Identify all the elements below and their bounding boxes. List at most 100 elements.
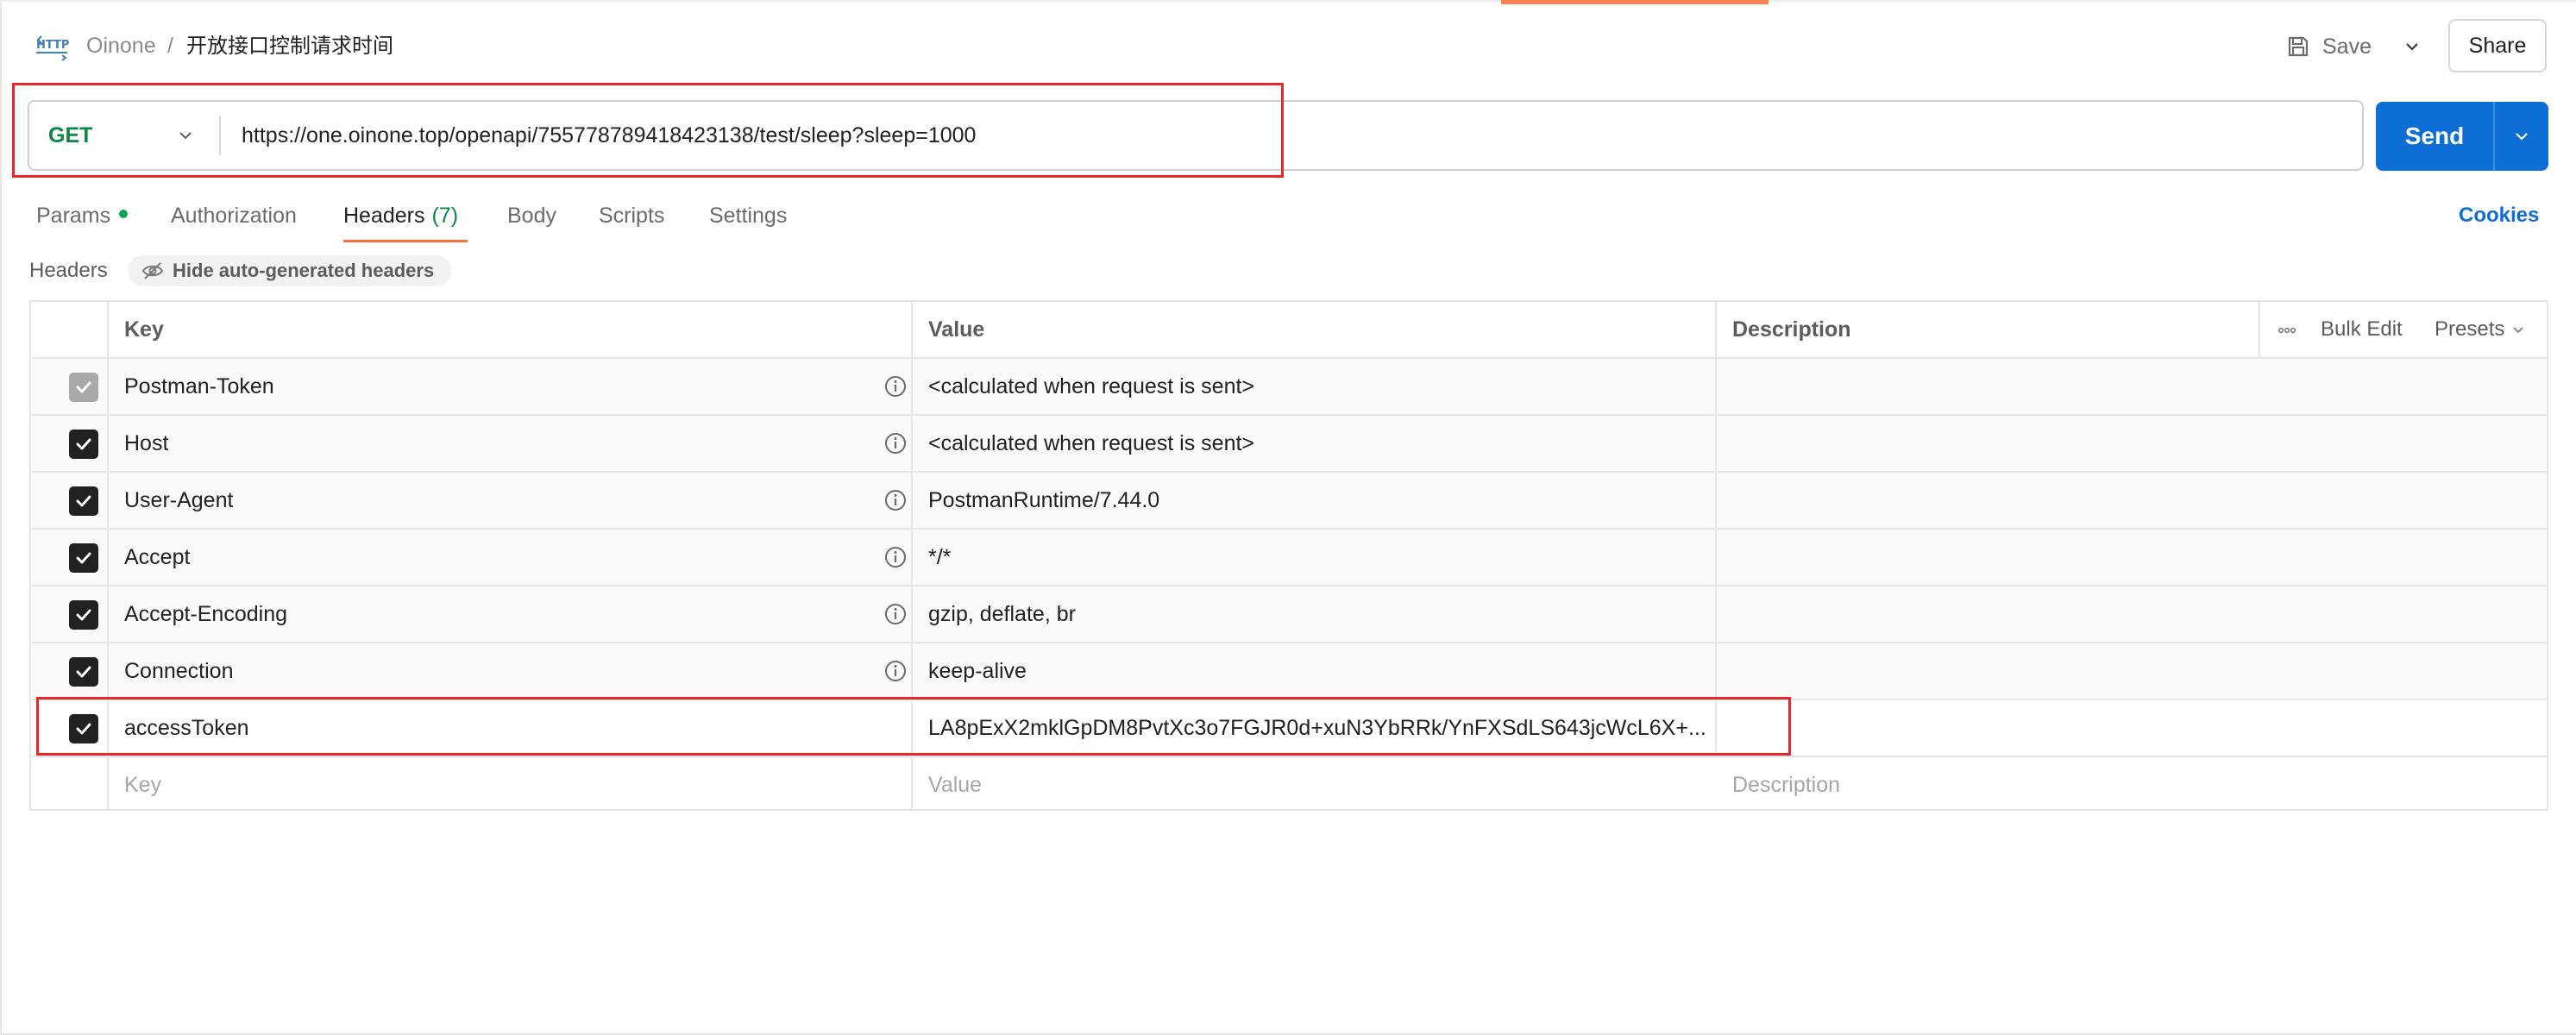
tab-label: Headers [343,204,425,228]
save-label: Save [2322,34,2372,59]
chevron-down-icon [2516,133,2528,141]
send-options-button[interactable] [2495,102,2548,171]
tab-label: Body [507,204,556,228]
row-checkbox[interactable] [69,486,98,516]
bulk-edit-button[interactable]: Bulk Edit [2321,302,2403,357]
headers-section-label: Headers [29,259,108,282]
header-value[interactable]: PostmanRuntime/7.44.0 [928,473,1705,528]
column-key: Key [124,317,164,342]
info-icon[interactable] [883,374,908,398]
info-icon[interactable] [883,488,908,512]
hide-auto-headers-label: Hide auto-generated headers [173,260,435,281]
header-value[interactable]: gzip, deflate, br [928,586,1705,642]
row-checkbox[interactable] [69,543,98,573]
checkmark-icon [76,723,91,735]
header-value[interactable]: keep-alive [928,643,1705,699]
column-value: Value [928,317,985,342]
tab-authorization[interactable]: Authorization [171,198,297,233]
presets-label: Presets [2435,317,2505,341]
new-key-input[interactable]: Key [124,757,161,812]
divider [911,302,913,809]
save-icon [2288,36,2309,57]
tab-label: Authorization [171,204,297,228]
checkmark-icon [76,495,91,507]
divider [219,116,221,155]
send-button[interactable]: Send [2376,102,2548,171]
hide-auto-headers-button[interactable]: Hide auto-generated headers [128,255,452,286]
table-row: Connection keep-alive [31,643,2547,700]
headers-table: Key Value Description Bulk Edit Presets … [29,300,2548,811]
checkmark-icon [76,666,91,678]
status-dot [119,210,129,219]
row-checkbox [69,373,98,402]
table-row: Accept */* [31,530,2547,586]
breadcrumb-collection[interactable]: Oinone [86,31,156,60]
new-header-row: Key Value Description [31,757,2547,814]
column-description: Description [1732,317,1851,342]
new-description-input[interactable]: Description [1732,757,1840,812]
tab-body[interactable]: Body [507,198,556,233]
presets-dropdown[interactable]: Presets [2435,302,2525,357]
share-button[interactable]: Share [2448,19,2547,72]
breadcrumb-separator: / [167,34,173,58]
ellipsis-icon [2278,327,2296,334]
cookies-link[interactable]: Cookies [2459,198,2539,233]
row-checkbox[interactable] [69,714,98,743]
url-input[interactable]: https://one.oinone.top/openapi/755778789… [242,102,976,169]
new-value-input[interactable]: Value [928,757,982,812]
header-value[interactable]: <calculated when request is sent> [928,416,1705,471]
request-url-bar: GET https://one.oinone.top/openapi/75577… [28,100,2364,171]
header-key[interactable]: Accept [124,530,190,585]
chevron-down-icon [2406,43,2418,51]
tab-label: Settings [709,204,788,228]
checkmark-icon [76,381,91,393]
table-row: Accept-Encoding gzip, deflate, br [31,586,2547,643]
header-key[interactable]: Accept-Encoding [124,586,287,642]
table-row: Postman-Token <calculated when request is… [31,359,2547,416]
table-row: accessToken LA8pExX2mklGpDM8PvtXc3o7FGJR0… [31,700,2547,757]
tab-count: (7) [431,204,459,228]
divider [2259,302,2260,357]
row-checkbox[interactable] [69,600,98,630]
eye-off-icon [141,262,164,279]
header-value[interactable]: LA8pExX2mklGpDM8PvtXc3o7FGJR0d+xuN3YbRRk… [928,700,1705,756]
active-tab-underline [343,240,468,242]
header-value[interactable]: <calculated when request is sent> [928,359,1705,414]
tab-params[interactable]: Params [36,198,129,233]
row-checkbox[interactable] [69,657,98,687]
tab-headers[interactable]: Headers (7) [343,198,458,233]
request-header: HTTP Oinone / 开放接口控制请求时间 Save Share [0,0,2576,91]
header-key[interactable]: Host [124,416,168,471]
svg-text:HTTP: HTTP [36,39,69,52]
more-options-icon[interactable] [2276,319,2298,342]
request-title[interactable]: 开放接口控制请求时间 [186,31,393,60]
header-key[interactable]: Connection [124,643,233,699]
save-options-button[interactable] [2395,28,2429,66]
table-row: Host <calculated when request is sent> [31,416,2547,473]
header-value[interactable]: */* [928,530,1705,585]
checkmark-icon [76,609,91,621]
header-key[interactable]: Postman-Token [124,359,274,414]
info-icon[interactable] [883,659,908,683]
chevron-down-icon [2513,327,2524,334]
tab-label: Params [36,204,111,228]
tab-settings[interactable]: Settings [709,198,787,233]
save-button[interactable]: Save [2286,28,2372,66]
checkmark-icon [76,552,91,564]
method-dropdown[interactable] [171,121,200,150]
header-key[interactable]: User-Agent [124,473,233,528]
info-icon[interactable] [883,431,908,455]
send-label: Send [2404,122,2465,149]
table-header-row: Key Value Description Bulk Edit Presets [31,302,2547,359]
tab-scripts[interactable]: Scripts [599,198,664,233]
checkmark-icon [76,438,91,450]
http-icon: HTTP [36,35,69,61]
info-icon[interactable] [883,545,908,569]
row-checkbox[interactable] [69,430,98,459]
divider [1715,302,1717,757]
tab-label: Scripts [599,204,665,228]
info-icon[interactable] [883,602,908,626]
chevron-down-icon [179,132,192,140]
table-row: User-Agent PostmanRuntime/7.44.0 [31,473,2547,530]
header-key[interactable]: accessToken [124,700,249,756]
